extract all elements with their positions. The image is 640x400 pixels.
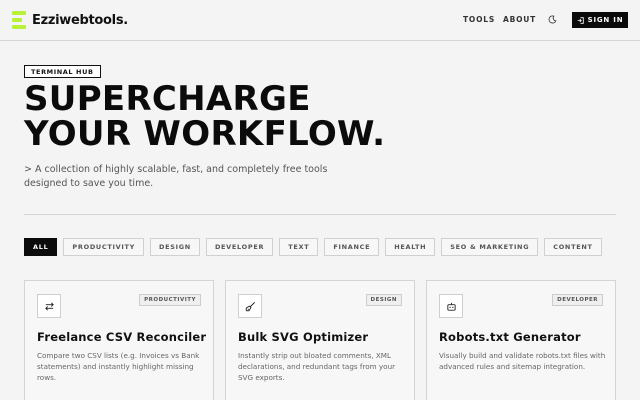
filter-productivity[interactable]: PRODUCTIVITY [63,238,145,256]
login-icon [577,16,584,24]
page-title: SUPERCHARGE YOUR WORKFLOW. [24,82,544,152]
tool-description: Visually build and validate robots.txt f… [439,351,606,371]
category-badge: PRODUCTIVITY [139,294,201,306]
tool-title: Freelance CSV Reconciler [37,330,207,344]
filter-health[interactable]: HEALTH [385,238,436,256]
tool-description: Instantly strip out bloated comments, XM… [238,351,396,382]
swap-arrows-icon [37,294,61,318]
nav-about-link[interactable]: ABOUT [503,15,536,24]
filter-developer[interactable]: DEVELOPER [205,238,274,256]
category-badge: DEVELOPER [552,294,603,306]
tool-title: Robots.txt Generator [439,330,581,344]
category-filters: ALL PRODUCTIVITY DESIGN DEVELOPER TEXT F… [24,238,602,256]
tool-title: Bulk SVG Optimizer [238,330,369,344]
category-badge: DESIGN [365,294,402,306]
paintbrush-icon [238,294,262,318]
sign-in-label: SIGN IN [587,16,624,24]
nav-tools-link[interactable]: TOOLS [463,15,495,24]
filter-all[interactable]: ALL [24,238,58,256]
logo-icon [12,11,26,29]
tool-description: Compare two CSV lists (e.g. Invoices vs … [37,351,200,382]
brand-name: Ezziwebtools. [32,12,128,28]
title-line-1: SUPERCHARGE [24,79,311,119]
hero-subtitle: > A collection of highly scalable, fast,… [24,164,328,189]
filter-finance[interactable]: FINANCE [324,238,380,256]
sign-in-button[interactable]: SIGN IN [572,12,628,28]
title-line-2: YOUR WORKFLOW. [24,114,386,154]
filter-seo-marketing[interactable]: SEO & MARKETING [441,238,539,256]
tool-card-csv-reconciler[interactable]: PRODUCTIVITY Freelance CSV Reconciler Co… [24,280,214,400]
filter-text[interactable]: TEXT [279,238,319,256]
moon-icon[interactable] [548,15,557,24]
divider [24,214,616,215]
logo[interactable]: Ezziwebtools. [12,11,128,29]
filter-content[interactable]: CONTENT [544,238,602,256]
hero-tag: TERMINAL HUB [24,65,101,78]
robot-icon [439,294,463,318]
tool-card-svg-optimizer[interactable]: DESIGN Bulk SVG Optimizer Instantly stri… [225,280,415,400]
filter-design[interactable]: DESIGN [150,238,200,256]
site-header: Ezziwebtools. TOOLS ABOUT SIGN IN [0,0,640,41]
tool-card-robots-generator[interactable]: DEVELOPER Robots.txt Generator Visually … [426,280,616,400]
